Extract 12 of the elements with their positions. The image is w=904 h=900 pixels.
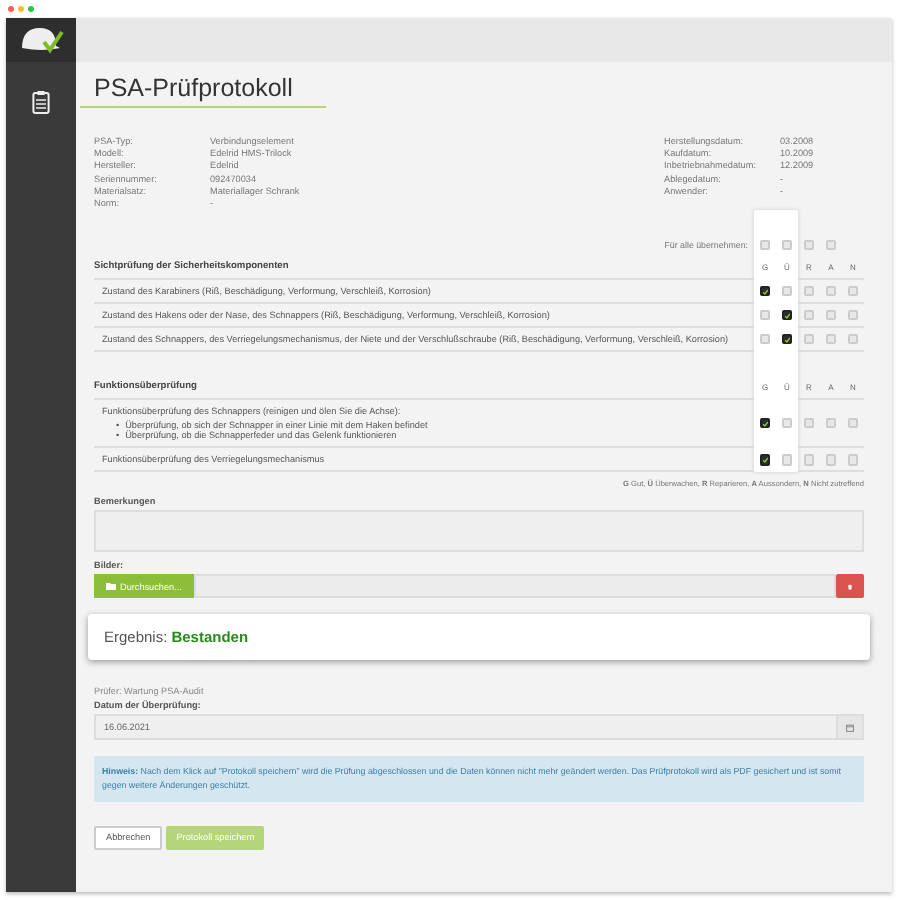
delete-button[interactable]: [836, 574, 864, 599]
checkbox[interactable]: [759, 285, 771, 297]
checkbox[interactable]: [781, 333, 793, 345]
calendar-icon[interactable]: [846, 723, 854, 732]
folder-icon: [106, 582, 116, 591]
checkbox[interactable]: [759, 454, 771, 466]
checkbox[interactable]: [781, 309, 793, 321]
clipboard-icon[interactable]: [32, 90, 50, 114]
file-field[interactable]: [193, 574, 836, 599]
helmet-check-icon[interactable]: [17, 24, 65, 56]
checkbox[interactable]: [759, 417, 771, 429]
page-title: PSA-Prüfprotokoll: [80, 74, 326, 108]
